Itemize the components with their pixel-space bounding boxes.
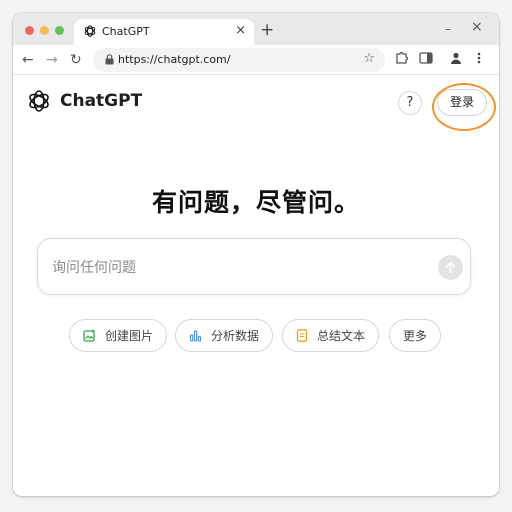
- chip-create-image[interactable]: 创建图片: [69, 319, 168, 352]
- address-bar[interactable]: https://chatgpt.com/ ☆: [93, 48, 385, 72]
- new-tab-button[interactable]: +: [260, 21, 274, 39]
- bar-chart-icon: [189, 329, 202, 342]
- tab-title: ChatGPT: [102, 25, 150, 38]
- openai-logo-icon: [84, 25, 96, 37]
- bookmark-star-icon[interactable]: ☆: [363, 51, 375, 66]
- extensions-icon[interactable]: [394, 50, 408, 66]
- lock-icon: [105, 54, 114, 65]
- minimize-icon[interactable]: –: [445, 22, 451, 36]
- maximize-window-dot[interactable]: [55, 26, 64, 35]
- chip-label: 总结文本: [317, 329, 366, 343]
- prompt-placeholder: 询问任何问题: [52, 260, 136, 276]
- document-icon: [296, 329, 308, 342]
- highlight-circle: [432, 83, 496, 131]
- openai-logo-icon: [29, 90, 49, 112]
- tab-chatgpt[interactable]: ChatGPT ×: [74, 19, 254, 45]
- tab-close-icon[interactable]: ×: [235, 23, 246, 39]
- brand-name: ChatGPT: [60, 91, 143, 111]
- close-icon[interactable]: ×: [471, 19, 483, 35]
- profile-avatar-icon[interactable]: [449, 50, 463, 66]
- reload-icon[interactable]: ↻: [70, 51, 82, 69]
- url-text[interactable]: https://chatgpt.com/: [118, 53, 230, 66]
- sidebar-panel-icon[interactable]: [419, 50, 433, 66]
- browser-menu-icon[interactable]: [476, 50, 482, 66]
- close-window-dot[interactable]: [25, 26, 34, 35]
- send-button[interactable]: [438, 255, 463, 280]
- chip-label: 创建图片: [105, 329, 154, 343]
- browser-window: ChatGPT × + – × ← → ↻ https://chatgpt.co…: [13, 13, 499, 496]
- prompt-input[interactable]: 询问任何问题: [37, 238, 471, 295]
- page-title: 有问题，尽管问。: [151, 188, 360, 217]
- minimize-window-dot[interactable]: [40, 26, 49, 35]
- brand[interactable]: ChatGPT: [27, 89, 142, 113]
- back-arrow-icon[interactable]: ←: [22, 51, 34, 69]
- chip-summarize-text[interactable]: 总结文本: [282, 319, 380, 352]
- chip-label: 分析数据: [211, 329, 260, 343]
- image-plus-icon: [83, 329, 96, 342]
- chip-label: 更多: [403, 329, 428, 343]
- arrow-up-icon: [445, 262, 456, 273]
- suggestion-chips: 创建图片 分析数据 总结文本 更多: [13, 319, 499, 353]
- forward-arrow-icon[interactable]: →: [46, 51, 58, 69]
- tab-strip: ChatGPT × + – ×: [13, 13, 499, 45]
- chip-analyze-data[interactable]: 分析数据: [175, 319, 274, 352]
- browser-toolbar: ← → ↻ https://chatgpt.com/ ☆: [13, 45, 499, 75]
- chip-more[interactable]: 更多: [389, 319, 442, 352]
- help-button[interactable]: ?: [398, 91, 422, 115]
